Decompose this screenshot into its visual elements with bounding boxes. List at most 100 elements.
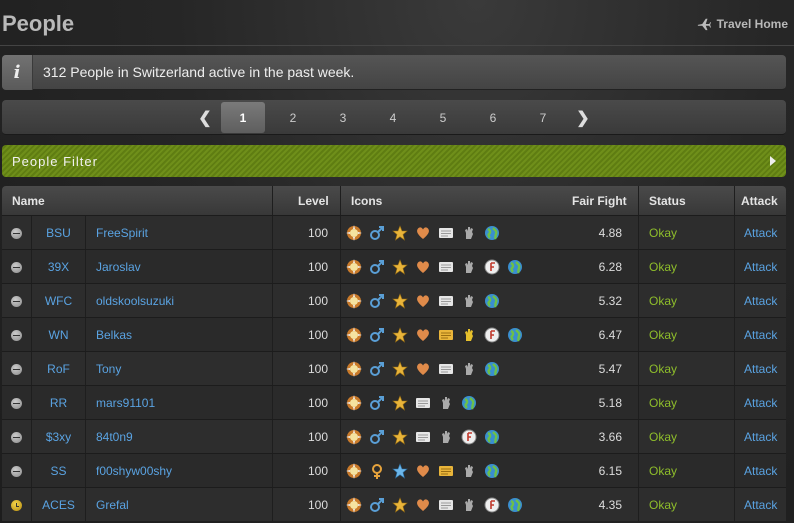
sun-badge-icon[interactable] [346, 497, 362, 513]
globe-icon[interactable] [484, 293, 500, 309]
fist-icon[interactable] [461, 293, 477, 309]
prev-page-button[interactable]: ❮ [195, 102, 215, 133]
female-icon[interactable] [369, 463, 385, 479]
player-name-link[interactable]: f00shyw00shy [96, 464, 172, 478]
clock-badge-icon[interactable] [484, 327, 500, 343]
col-fair-fight[interactable]: Fair Fight [572, 186, 627, 215]
player-name-link[interactable]: 84t0n9 [96, 430, 133, 444]
faction-link[interactable]: 39X [48, 260, 69, 274]
globe-icon[interactable] [507, 259, 523, 275]
heart-icon[interactable] [415, 361, 431, 377]
globe-icon[interactable] [484, 361, 500, 377]
star-blue-icon[interactable] [392, 463, 408, 479]
male-icon[interactable] [369, 259, 385, 275]
attack-link[interactable]: Attack [744, 328, 777, 342]
page-2-button[interactable]: 2 [271, 102, 315, 133]
heart-icon[interactable] [415, 259, 431, 275]
clock-badge-icon[interactable] [461, 429, 477, 445]
fist-icon[interactable] [461, 361, 477, 377]
star-icon[interactable] [392, 497, 408, 513]
document-icon[interactable] [438, 293, 454, 309]
col-level[interactable]: Level [298, 186, 329, 215]
faction-link[interactable]: WN [49, 328, 69, 342]
travel-home-button[interactable]: Travel Home [697, 17, 788, 31]
faction-link[interactable]: RoF [47, 362, 70, 376]
attack-link[interactable]: Attack [744, 396, 777, 410]
attack-link[interactable]: Attack [744, 464, 777, 478]
document-yellow-icon[interactable] [438, 327, 454, 343]
globe-icon[interactable] [484, 225, 500, 241]
male-icon[interactable] [369, 327, 385, 343]
document-icon[interactable] [438, 259, 454, 275]
faction-link[interactable]: WFC [45, 294, 72, 308]
male-icon[interactable] [369, 429, 385, 445]
attack-link[interactable]: Attack [744, 498, 777, 512]
sun-badge-icon[interactable] [346, 429, 362, 445]
sun-badge-icon[interactable] [346, 225, 362, 241]
star-icon[interactable] [392, 225, 408, 241]
sun-badge-icon[interactable] [346, 327, 362, 343]
star-icon[interactable] [392, 327, 408, 343]
fist-icon[interactable] [461, 259, 477, 275]
heart-icon[interactable] [415, 225, 431, 241]
document-icon[interactable] [415, 395, 431, 411]
star-icon[interactable] [392, 293, 408, 309]
col-status[interactable]: Status [649, 186, 686, 215]
heart-icon[interactable] [415, 293, 431, 309]
faction-link[interactable]: SS [50, 464, 66, 478]
player-name-link[interactable]: FreeSpirit [96, 226, 148, 240]
star-icon[interactable] [392, 429, 408, 445]
star-icon[interactable] [392, 361, 408, 377]
fist-yellow-icon[interactable] [461, 327, 477, 343]
faction-link[interactable]: $3xy [46, 430, 71, 444]
star-icon[interactable] [392, 259, 408, 275]
faction-link[interactable]: ACES [42, 498, 75, 512]
page-5-button[interactable]: 5 [421, 102, 465, 133]
attack-link[interactable]: Attack [744, 430, 777, 444]
globe-icon[interactable] [484, 463, 500, 479]
fist-icon[interactable] [461, 463, 477, 479]
attack-link[interactable]: Attack [744, 362, 777, 376]
male-icon[interactable] [369, 361, 385, 377]
attack-link[interactable]: Attack [744, 294, 777, 308]
page-3-button[interactable]: 3 [321, 102, 365, 133]
col-name[interactable]: Name [12, 186, 45, 215]
sun-badge-icon[interactable] [346, 293, 362, 309]
player-name-link[interactable]: Grefal [96, 498, 129, 512]
sun-badge-icon[interactable] [346, 463, 362, 479]
attack-link[interactable]: Attack [744, 260, 777, 274]
globe-icon[interactable] [507, 497, 523, 513]
sun-badge-icon[interactable] [346, 259, 362, 275]
fist-icon[interactable] [438, 429, 454, 445]
sun-badge-icon[interactable] [346, 361, 362, 377]
male-icon[interactable] [369, 497, 385, 513]
document-yellow-icon[interactable] [438, 463, 454, 479]
fist-icon[interactable] [461, 497, 477, 513]
people-filter-toggle[interactable]: People Filter [2, 145, 786, 177]
heart-icon[interactable] [415, 463, 431, 479]
attack-link[interactable]: Attack [744, 226, 777, 240]
clock-badge-icon[interactable] [484, 259, 500, 275]
fist-icon[interactable] [438, 395, 454, 411]
male-icon[interactable] [369, 225, 385, 241]
globe-icon[interactable] [484, 429, 500, 445]
document-icon[interactable] [438, 225, 454, 241]
player-name-link[interactable]: Tony [96, 362, 121, 376]
sun-badge-icon[interactable] [346, 395, 362, 411]
heart-icon[interactable] [415, 497, 431, 513]
fist-icon[interactable] [461, 225, 477, 241]
page-1-button[interactable]: 1 [221, 102, 265, 133]
document-icon[interactable] [438, 497, 454, 513]
globe-icon[interactable] [461, 395, 477, 411]
player-name-link[interactable]: oldskoolsuzuki [96, 294, 174, 308]
page-4-button[interactable]: 4 [371, 102, 415, 133]
male-icon[interactable] [369, 395, 385, 411]
player-name-link[interactable]: Jaroslav [96, 260, 141, 274]
next-page-button[interactable]: ❯ [573, 102, 593, 133]
page-7-button[interactable]: 7 [521, 102, 565, 133]
male-icon[interactable] [369, 293, 385, 309]
player-name-link[interactable]: mars91101 [96, 396, 155, 410]
player-name-link[interactable]: Belkas [96, 328, 132, 342]
faction-link[interactable]: RR [50, 396, 67, 410]
heart-icon[interactable] [415, 327, 431, 343]
